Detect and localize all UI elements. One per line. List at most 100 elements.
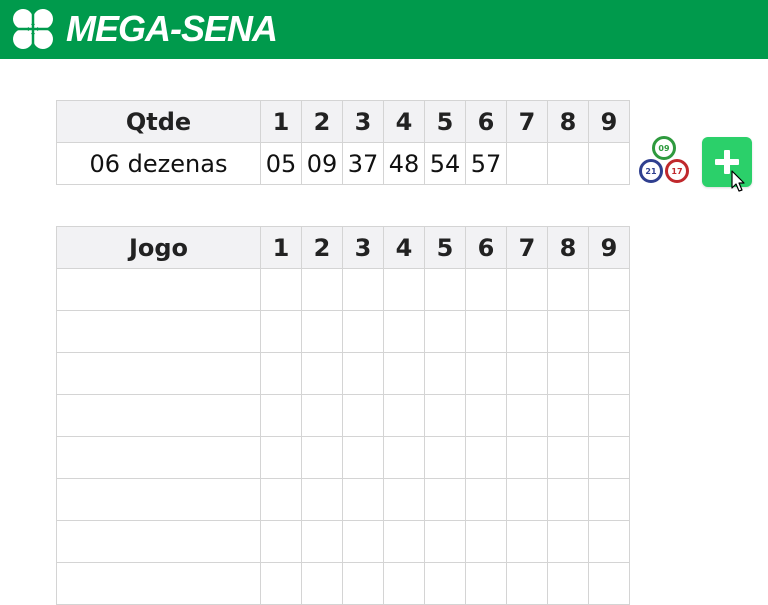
number-cell[interactable] bbox=[260, 394, 302, 437]
jogo-cell[interactable] bbox=[56, 310, 261, 353]
number-cell-8[interactable] bbox=[547, 142, 589, 185]
number-cell[interactable] bbox=[465, 268, 507, 311]
number-cell[interactable] bbox=[588, 562, 630, 605]
number-cell[interactable] bbox=[260, 520, 302, 563]
column-header-4[interactable]: 4 bbox=[383, 100, 425, 143]
number-cell[interactable] bbox=[547, 268, 589, 311]
number-cell[interactable] bbox=[424, 310, 466, 353]
number-cell-5[interactable]: 54 bbox=[424, 142, 466, 185]
number-cell[interactable] bbox=[301, 478, 343, 521]
number-cell-3[interactable]: 37 bbox=[342, 142, 384, 185]
number-cell[interactable] bbox=[547, 310, 589, 353]
column-header-2[interactable]: 2 bbox=[301, 226, 343, 269]
number-cell[interactable] bbox=[301, 310, 343, 353]
column-header-8[interactable]: 8 bbox=[547, 226, 589, 269]
column-header-1[interactable]: 1 bbox=[260, 226, 302, 269]
qtde-header-cell[interactable]: Qtde bbox=[56, 100, 261, 143]
qtde-cell[interactable]: 06 dezenas bbox=[56, 142, 261, 185]
number-cell-4[interactable]: 48 bbox=[383, 142, 425, 185]
jogo-cell[interactable] bbox=[56, 394, 261, 437]
number-cell[interactable] bbox=[424, 562, 466, 605]
number-cell[interactable] bbox=[301, 352, 343, 395]
number-cell[interactable] bbox=[465, 478, 507, 521]
number-cell[interactable] bbox=[301, 520, 343, 563]
column-header-9[interactable]: 9 bbox=[588, 226, 630, 269]
number-cell[interactable] bbox=[301, 268, 343, 311]
number-cell[interactable] bbox=[342, 478, 384, 521]
lottery-balls-icon[interactable]: 09 21 17 bbox=[638, 136, 692, 186]
number-cell[interactable] bbox=[506, 436, 548, 479]
number-cell[interactable] bbox=[506, 394, 548, 437]
column-header-2[interactable]: 2 bbox=[301, 100, 343, 143]
number-cell[interactable] bbox=[383, 478, 425, 521]
number-cell[interactable] bbox=[301, 436, 343, 479]
number-cell[interactable] bbox=[260, 562, 302, 605]
number-cell[interactable] bbox=[424, 436, 466, 479]
column-header-6[interactable]: 6 bbox=[465, 100, 507, 143]
number-cell[interactable] bbox=[547, 394, 589, 437]
jogo-cell[interactable] bbox=[56, 436, 261, 479]
number-cell[interactable] bbox=[465, 352, 507, 395]
number-cell[interactable] bbox=[424, 268, 466, 311]
number-cell-6[interactable]: 57 bbox=[465, 142, 507, 185]
number-cell[interactable] bbox=[588, 436, 630, 479]
number-cell[interactable] bbox=[301, 394, 343, 437]
number-cell[interactable] bbox=[383, 268, 425, 311]
number-cell[interactable] bbox=[465, 310, 507, 353]
column-header-3[interactable]: 3 bbox=[342, 100, 384, 143]
column-header-8[interactable]: 8 bbox=[547, 100, 589, 143]
number-cell[interactable] bbox=[547, 520, 589, 563]
number-cell[interactable] bbox=[465, 520, 507, 563]
number-cell[interactable] bbox=[547, 436, 589, 479]
column-header-7[interactable]: 7 bbox=[506, 100, 548, 143]
column-header-6[interactable]: 6 bbox=[465, 226, 507, 269]
number-cell[interactable] bbox=[342, 520, 384, 563]
column-header-5[interactable]: 5 bbox=[424, 100, 466, 143]
number-cell[interactable] bbox=[547, 352, 589, 395]
number-cell[interactable] bbox=[260, 310, 302, 353]
number-cell[interactable] bbox=[301, 562, 343, 605]
jogo-cell[interactable] bbox=[56, 352, 261, 395]
number-cell[interactable] bbox=[588, 394, 630, 437]
number-cell[interactable] bbox=[342, 394, 384, 437]
number-cell[interactable] bbox=[342, 436, 384, 479]
number-cell[interactable] bbox=[424, 352, 466, 395]
number-cell[interactable] bbox=[506, 562, 548, 605]
number-cell[interactable] bbox=[424, 520, 466, 563]
number-cell[interactable] bbox=[506, 520, 548, 563]
number-cell[interactable] bbox=[506, 268, 548, 311]
number-cell[interactable] bbox=[506, 310, 548, 353]
number-cell[interactable] bbox=[588, 352, 630, 395]
column-header-5[interactable]: 5 bbox=[424, 226, 466, 269]
number-cell[interactable] bbox=[260, 268, 302, 311]
column-header-3[interactable]: 3 bbox=[342, 226, 384, 269]
column-header-1[interactable]: 1 bbox=[260, 100, 302, 143]
number-cell[interactable] bbox=[465, 562, 507, 605]
number-cell-2[interactable]: 09 bbox=[301, 142, 343, 185]
number-cell[interactable] bbox=[588, 520, 630, 563]
number-cell[interactable] bbox=[588, 310, 630, 353]
number-cell[interactable] bbox=[383, 310, 425, 353]
number-cell[interactable] bbox=[588, 478, 630, 521]
number-cell[interactable] bbox=[588, 268, 630, 311]
column-header-7[interactable]: 7 bbox=[506, 226, 548, 269]
number-cell[interactable] bbox=[342, 310, 384, 353]
number-cell[interactable] bbox=[260, 352, 302, 395]
number-cell[interactable] bbox=[424, 394, 466, 437]
number-cell[interactable] bbox=[506, 352, 548, 395]
number-cell-9[interactable] bbox=[588, 142, 630, 185]
number-cell[interactable] bbox=[342, 352, 384, 395]
number-cell[interactable] bbox=[383, 562, 425, 605]
number-cell[interactable] bbox=[383, 520, 425, 563]
number-cell[interactable] bbox=[424, 478, 466, 521]
number-cell[interactable] bbox=[383, 394, 425, 437]
number-cell[interactable] bbox=[506, 478, 548, 521]
number-cell[interactable] bbox=[383, 436, 425, 479]
jogo-cell[interactable] bbox=[56, 478, 261, 521]
jogo-cell[interactable] bbox=[56, 562, 261, 605]
number-cell-1[interactable]: 05 bbox=[260, 142, 302, 185]
number-cell[interactable] bbox=[465, 436, 507, 479]
number-cell-7[interactable] bbox=[506, 142, 548, 185]
number-cell[interactable] bbox=[547, 478, 589, 521]
column-header-9[interactable]: 9 bbox=[588, 100, 630, 143]
